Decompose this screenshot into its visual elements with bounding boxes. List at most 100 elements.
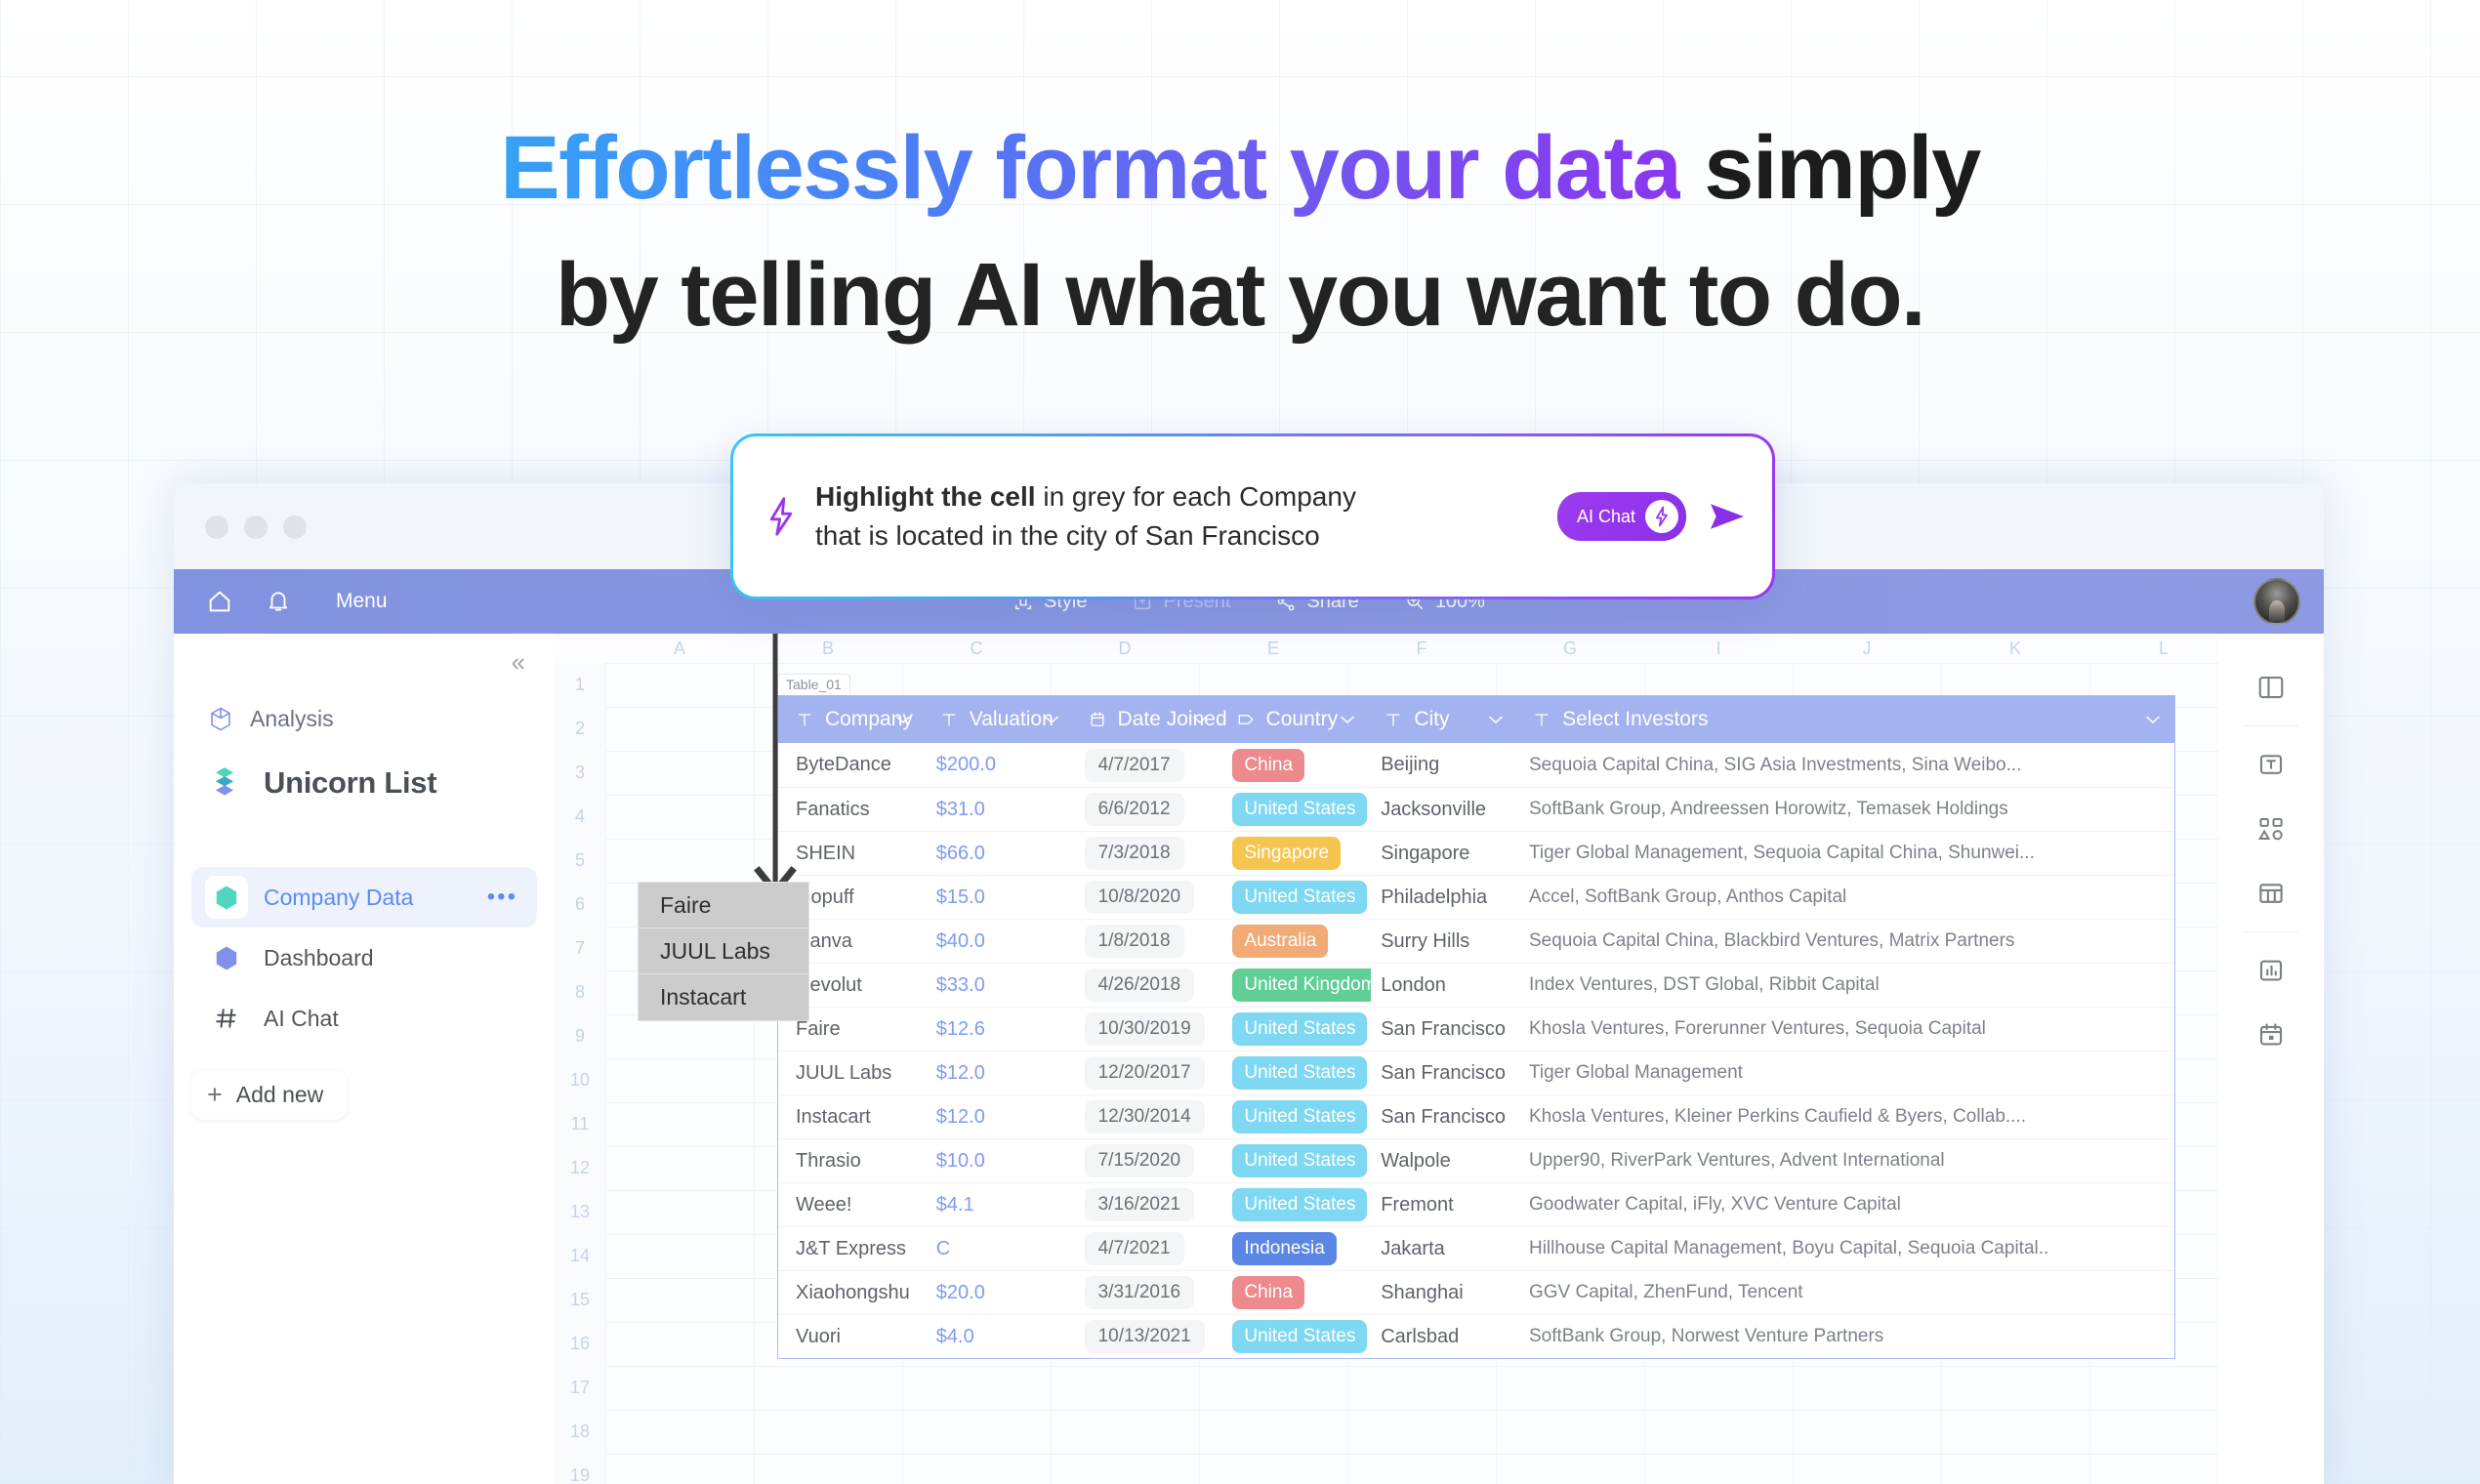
column-header-l[interactable]: L <box>2089 634 2218 663</box>
cell-valuation[interactable]: $4.1 <box>927 1183 1075 1227</box>
cell-date-joined[interactable]: 10/30/2019 <box>1075 1008 1223 1051</box>
chevron-down-icon[interactable] <box>895 710 911 729</box>
cell-country[interactable]: United States <box>1222 788 1371 832</box>
row-number-12[interactable]: 12 <box>555 1146 605 1190</box>
cell-date-joined[interactable]: 4/26/2018 <box>1075 964 1223 1008</box>
table-row[interactable]: Faire $12.6 10/30/2019 United States San Fra… <box>778 1007 2174 1051</box>
row-number-16[interactable]: 16 <box>555 1322 605 1366</box>
column-header-d[interactable]: D <box>1051 634 1199 663</box>
send-arrow-icon[interactable] <box>1708 500 1747 533</box>
cell-country[interactable]: Indonesia <box>1222 1227 1371 1271</box>
cell-valuation[interactable]: $12.0 <box>927 1051 1075 1095</box>
cell-country[interactable]: China <box>1222 743 1371 787</box>
row-number-3[interactable]: 3 <box>555 751 605 795</box>
add-new-button[interactable]: + Add new <box>191 1070 348 1120</box>
column-header-city[interactable]: City <box>1371 696 1519 743</box>
row-number-15[interactable]: 15 <box>555 1278 605 1322</box>
cell-investors[interactable]: SoftBank Group, Andreessen Horowitz, Tem… <box>1519 788 2174 832</box>
cell-country[interactable]: United States <box>1222 1183 1371 1227</box>
cell-city[interactable]: Walpole <box>1371 1139 1519 1183</box>
cell-city[interactable]: London <box>1371 964 1519 1008</box>
table-row[interactable]: Fanatics $31.0 6/6/2012 United States Jackso… <box>778 787 2174 831</box>
sidebar-item-company-data[interactable]: Company Data ••• <box>191 867 537 928</box>
cell-country[interactable]: United States <box>1222 1008 1371 1051</box>
window-close-dot[interactable] <box>205 515 228 539</box>
cell-company[interactable]: JUUL Labs <box>778 1051 927 1095</box>
cell-valuation[interactable]: $15.0 <box>927 876 1075 920</box>
cell-investors[interactable]: Sequoia Capital China, SIG Asia Investme… <box>1519 743 2174 787</box>
row-number-9[interactable]: 9 <box>555 1014 605 1058</box>
cell-date-joined[interactable]: 4/7/2017 <box>1075 743 1223 787</box>
row-number-11[interactable]: 11 <box>555 1102 605 1146</box>
column-header-k[interactable]: K <box>1941 634 2089 663</box>
cell-valuation[interactable]: $12.0 <box>927 1095 1075 1139</box>
cell-company[interactable]: Thrasio <box>778 1139 927 1183</box>
panel-layout-icon[interactable] <box>2244 655 2298 720</box>
cell-date-joined[interactable]: 3/16/2021 <box>1075 1183 1223 1227</box>
cell-date-joined[interactable]: 12/30/2014 <box>1075 1095 1223 1139</box>
cell-valuation[interactable]: $40.0 <box>927 920 1075 964</box>
cell-valuation[interactable]: $33.0 <box>927 964 1075 1008</box>
bell-icon[interactable] <box>264 587 293 616</box>
table-name-tag[interactable]: Table_01 <box>777 674 850 694</box>
cell-date-joined[interactable]: 4/7/2021 <box>1075 1227 1223 1271</box>
cell-city[interactable]: Jacksonville <box>1371 788 1519 832</box>
spreadsheet-canvas[interactable]: ABCDEFGIJKL 1 2 3 4 5 6 7 8 9 10 11 12 13 14 15 16 17 18 1… <box>555 634 2218 1484</box>
cell-investors[interactable]: Upper90, RiverPark Ventures, Advent Inte… <box>1519 1139 2174 1183</box>
cell-city[interactable]: Carlsbad <box>1371 1315 1519 1359</box>
cell-date-joined[interactable]: 3/31/2016 <box>1075 1271 1223 1315</box>
table-row[interactable]: Thrasio $10.0 7/15/2020 United States Walpol… <box>778 1138 2174 1182</box>
column-header-e[interactable]: E <box>1199 634 1347 663</box>
cell-country[interactable]: Singapore <box>1222 832 1371 876</box>
cell-country[interactable]: United States <box>1222 1139 1371 1183</box>
row-number-8[interactable]: 8 <box>555 970 605 1014</box>
cell-city[interactable]: Singapore <box>1371 832 1519 876</box>
cell-valuation[interactable]: $31.0 <box>927 788 1075 832</box>
table-row[interactable]: Vuori $4.0 10/13/2021 United States Carlsbad… <box>778 1314 2174 1358</box>
window-minimize-dot[interactable] <box>244 515 268 539</box>
cell-city[interactable]: Beijing <box>1371 743 1519 787</box>
cell-valuation[interactable]: $66.0 <box>927 832 1075 876</box>
row-number-2[interactable]: 2 <box>555 707 605 751</box>
cell-city[interactable]: Surry Hills <box>1371 920 1519 964</box>
cell-investors[interactable]: Tiger Global Management, Sequoia Capital… <box>1519 832 2174 876</box>
row-number-18[interactable]: 18 <box>555 1410 605 1454</box>
cell-company[interactable]: Vuori <box>778 1315 927 1359</box>
cell-valuation[interactable]: $10.0 <box>927 1139 1075 1183</box>
cell-investors[interactable]: Hillhouse Capital Management, Boyu Capit… <box>1519 1227 2174 1271</box>
sidebar-item-ai-chat[interactable]: AI Chat <box>191 988 537 1049</box>
row-number-5[interactable]: 5 <box>555 839 605 883</box>
cell-city[interactable]: Jakarta <box>1371 1227 1519 1271</box>
cell-city[interactable]: Fremont <box>1371 1183 1519 1227</box>
table-row[interactable]: Xiaohongshu $20.0 3/31/2016 China Shanghai GG… <box>778 1270 2174 1314</box>
cell-date-joined[interactable]: 7/3/2018 <box>1075 832 1223 876</box>
cell-country[interactable]: United States <box>1222 1051 1371 1095</box>
chevron-down-icon[interactable] <box>1488 710 1504 729</box>
column-header-date-joined[interactable]: Date Joined <box>1075 696 1227 743</box>
cell-investors[interactable]: Sequoia Capital China, Blackbird Venture… <box>1519 920 2174 964</box>
row-number-6[interactable]: 6 <box>555 883 605 927</box>
row-number-1[interactable]: 1 <box>555 663 605 707</box>
table-icon[interactable] <box>2244 861 2298 926</box>
home-icon[interactable] <box>205 587 234 616</box>
cell-country[interactable]: United Kingdom <box>1222 964 1372 1008</box>
column-header-valuation[interactable]: Valuation <box>927 696 1075 743</box>
cell-company[interactable]: ByteDance <box>778 743 927 787</box>
cell-date-joined[interactable]: 12/20/2017 <box>1075 1051 1223 1095</box>
cell-valuation[interactable]: $200.0 <box>927 743 1075 787</box>
cell-company[interactable]: Weee! <box>778 1183 927 1227</box>
cell-date-joined[interactable]: 1/8/2018 <box>1075 920 1223 964</box>
workbook-title[interactable]: Unicorn List <box>174 762 555 804</box>
cell-investors[interactable]: Goodwater Capital, iFly, XVC Venture Cap… <box>1519 1183 2174 1227</box>
cell-date-joined[interactable]: 10/8/2020 <box>1075 876 1223 920</box>
sidebar-item-more-icon[interactable]: ••• <box>487 885 517 909</box>
collapse-sidebar-icon[interactable]: « <box>512 649 525 675</box>
cell-investors[interactable]: Index Ventures, DST Global, Ribbit Capit… <box>1519 964 2174 1008</box>
row-number-14[interactable]: 14 <box>555 1234 605 1278</box>
table-row[interactable]: Canva $40.0 1/8/2018 Australia Surry Hills Se… <box>778 919 2174 963</box>
cell-investors[interactable]: Khosla Ventures, Kleiner Perkins Caufiel… <box>1519 1095 2174 1139</box>
cell-city[interactable]: Shanghai <box>1371 1271 1519 1315</box>
row-number-17[interactable]: 17 <box>555 1366 605 1410</box>
cell-company[interactable]: SHEIN <box>778 832 927 876</box>
column-header-j[interactable]: J <box>1793 634 1941 663</box>
